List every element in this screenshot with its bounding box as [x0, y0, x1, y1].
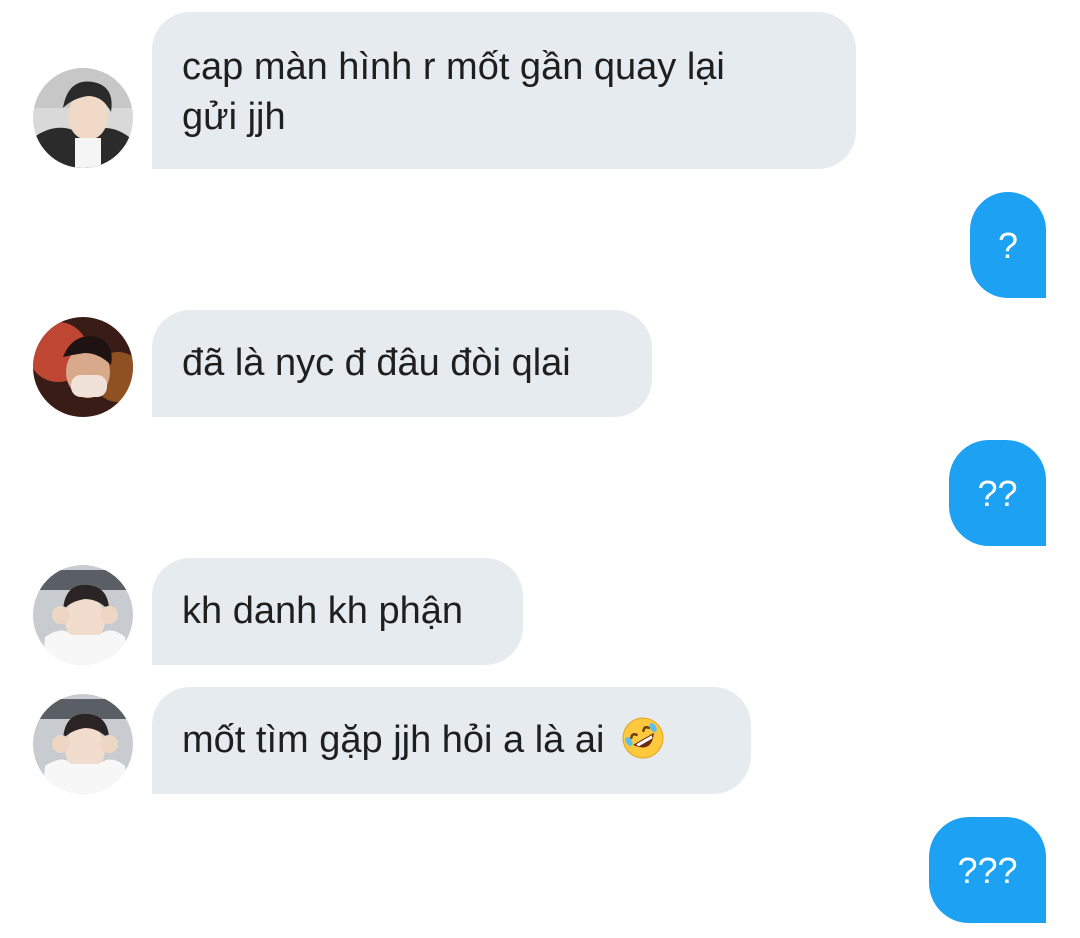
profile-photo	[33, 694, 133, 794]
rolling-on-floor-laughing-emoji	[622, 717, 664, 759]
incoming-message-bubble[interactable]: đã là nyc đ đâu đòi qlai	[152, 310, 652, 417]
profile-photo	[33, 317, 133, 417]
message-text: mốt tìm gặp jjh hỏi a là ai	[182, 719, 605, 761]
message-text: cap màn hình r mốt gần quay lại	[182, 46, 725, 88]
message-text: gửi jjh	[182, 96, 286, 138]
outgoing-message-bubble[interactable]: ?	[970, 192, 1046, 298]
profile-photo	[33, 68, 133, 168]
incoming-message-bubble[interactable]: mốt tìm gặp jjh hỏi a là ai	[152, 687, 751, 794]
profile-photo	[33, 565, 133, 665]
avatar[interactable]	[33, 565, 133, 665]
message-text: ???	[957, 850, 1018, 891]
message-text: ?	[997, 225, 1019, 266]
incoming-message-bubble[interactable]: cap màn hình r mốt gần quay lại gửi jjh	[152, 12, 856, 169]
message-text: ??	[977, 473, 1018, 514]
message-text: kh danh kh phận	[182, 590, 464, 632]
outgoing-message-bubble[interactable]: ??	[949, 440, 1046, 546]
avatar[interactable]	[33, 68, 133, 168]
incoming-message-bubble[interactable]: kh danh kh phận	[152, 558, 523, 665]
avatar[interactable]	[33, 317, 133, 417]
message-text: đã là nyc đ đâu đòi qlai	[182, 342, 571, 384]
avatar[interactable]	[33, 694, 133, 794]
outgoing-message-bubble[interactable]: ???	[929, 817, 1046, 923]
